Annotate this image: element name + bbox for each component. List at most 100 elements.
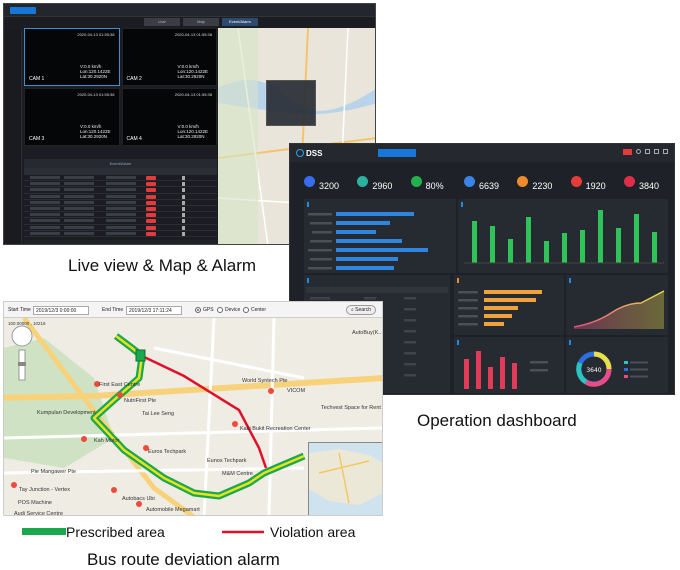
alarm-level-badge [146, 219, 156, 224]
alarm-level-badge [146, 206, 156, 211]
tab-live[interactable]: Live [144, 18, 180, 26]
end-time-label: End Time [102, 307, 124, 313]
map-place-label[interactable]: Eunos Techpark [207, 458, 246, 464]
tab-map[interactable]: Map [183, 18, 219, 26]
live-tabs: Live Map Event/Alarm [144, 18, 258, 26]
gps-radio[interactable] [195, 307, 201, 313]
caption-live: Live view & Map & Alarm [68, 256, 257, 275]
table-row[interactable] [24, 231, 217, 237]
app-logo [10, 7, 36, 14]
camera-gps-info: V:0.0 km/h Lon:120.1422E Lat:30.2920N [177, 124, 209, 139]
camera-tile[interactable]: 2020-04-13 01:55:38 V:0.0 km/h Lon:120.14… [24, 28, 120, 86]
camera-tile[interactable]: 2020-04-13 01:55:38 V:0.0 km/h Lon:120.14… [121, 88, 217, 146]
map-place-label[interactable]: Kaki Bukit Recreation Center [240, 426, 311, 432]
violation-swatch [222, 530, 264, 534]
overview-minimap[interactable] [308, 442, 382, 515]
map-place-label[interactable]: Kah Motor [94, 438, 119, 444]
camera-tile[interactable]: 2020-04-13 01:55:38 V:0.0 km/h Lon:120.14… [24, 88, 120, 146]
camera-timestamp: 2020-04-13 01:55:38 [174, 32, 212, 37]
map-place-label[interactable]: POS Machine [18, 500, 52, 506]
donut-slice [576, 361, 588, 385]
device-radio-label: Device [225, 307, 241, 313]
camera-name: CAM 4 [126, 136, 142, 142]
map-pin [81, 436, 87, 442]
window-controls[interactable] [608, 149, 668, 157]
map-place-label[interactable]: AutoBuy(K... [352, 330, 382, 336]
start-time-label: Start Time [8, 307, 31, 313]
tab-event-alarm[interactable]: Event/Alarm [222, 18, 258, 26]
map-place-label[interactable]: Techvest Space for Rent [321, 405, 381, 411]
alarm-level-badge [146, 225, 156, 230]
bar [336, 248, 428, 252]
camera-name: CAM 3 [29, 136, 45, 142]
bar [484, 314, 512, 318]
map-place-label[interactable]: Audi Service Centre [14, 511, 63, 515]
map-place-label[interactable]: Tai Lee Seng [142, 411, 174, 417]
pan-control [11, 325, 33, 347]
bar [500, 357, 505, 389]
map-place-label[interactable]: Kumpulan Development [37, 410, 96, 416]
alarm-level-badge [146, 182, 156, 187]
camera-gps-info: V:0.0 km/h Lon:120.1422E Lat:30.2920N [177, 64, 209, 79]
bar [484, 298, 536, 302]
bar [484, 306, 518, 310]
alarm-table [24, 175, 217, 237]
map-place-label[interactable]: First East Centre [99, 382, 140, 388]
camera-timestamp: 2020-04-13 01:55:38 [174, 92, 212, 97]
panel-title [307, 278, 313, 283]
alarm-table-header [24, 168, 217, 175]
center-radio[interactable] [243, 307, 249, 313]
bar [484, 290, 542, 294]
kpi-card: 6639 [463, 171, 512, 197]
kpi-card: 3840 [623, 171, 672, 197]
search-icon: ⌕ [350, 307, 354, 313]
gps-radio-label: GPS [203, 307, 214, 313]
map-place-label[interactable]: Pie Mangawer Pte [31, 469, 76, 475]
bar [336, 239, 402, 243]
bus-marker [135, 349, 146, 362]
map-place-label[interactable]: Tay Junction - Vertex [19, 487, 70, 493]
map-pin [11, 482, 17, 488]
map-place-label[interactable]: Autobacs Ubi [122, 496, 155, 502]
kpi-card: 2960 [357, 171, 405, 197]
donut-panel: 3640 [566, 337, 668, 393]
alarm-level-badge [146, 200, 156, 205]
map-pin [111, 487, 117, 493]
alarm-pager [24, 240, 217, 244]
bar [508, 239, 513, 263]
end-time-field[interactable]: 2019/12/3 17:11:24 [126, 306, 182, 315]
area-chart [573, 290, 665, 329]
alarm-level-badge [146, 194, 156, 199]
camera-tile[interactable]: 2020-04-13 01:55:38 V:0.0 km/h Lon:120.14… [121, 28, 217, 86]
map-place-label[interactable]: NutriFirst Pte [124, 398, 156, 404]
video-icon [182, 206, 185, 211]
alarm-level-badge [146, 213, 156, 218]
search-button[interactable]: ⌕ Search [346, 305, 376, 315]
header-tab[interactable] [348, 149, 354, 157]
caption-route: Bus route deviation alarm [87, 550, 280, 569]
video-icon [182, 200, 185, 205]
route-toolbar: Start Time 2019/12/3 0:00:00 End Time 20… [4, 302, 382, 318]
bar [616, 228, 621, 263]
map-place-label[interactable]: Euros Techpark [148, 449, 186, 455]
bar [336, 221, 390, 225]
center-radio-label: Center [251, 307, 267, 313]
map-place-label[interactable]: Automobile Megamart [146, 507, 200, 513]
map-pin [268, 388, 274, 394]
map-place-label[interactable]: VICOM [287, 388, 305, 394]
device-radio[interactable] [217, 307, 223, 313]
bar [598, 210, 603, 263]
header-tab-active[interactable] [378, 149, 416, 157]
bar [512, 363, 517, 389]
bar [484, 322, 504, 326]
video-icon [182, 219, 185, 224]
start-time-field[interactable]: 2019/12/3 0:00:00 [33, 306, 89, 315]
bar [490, 226, 495, 263]
map-place-label[interactable]: M&M Centre [222, 471, 253, 477]
map-place-label[interactable]: World Syntech Pte [242, 378, 287, 384]
kpi-card: 2230 [517, 171, 565, 197]
video-icon [182, 225, 185, 230]
donut-center-value: 3640 [586, 367, 601, 374]
video-icon [182, 188, 185, 193]
kpi-card: 80% [410, 171, 459, 197]
